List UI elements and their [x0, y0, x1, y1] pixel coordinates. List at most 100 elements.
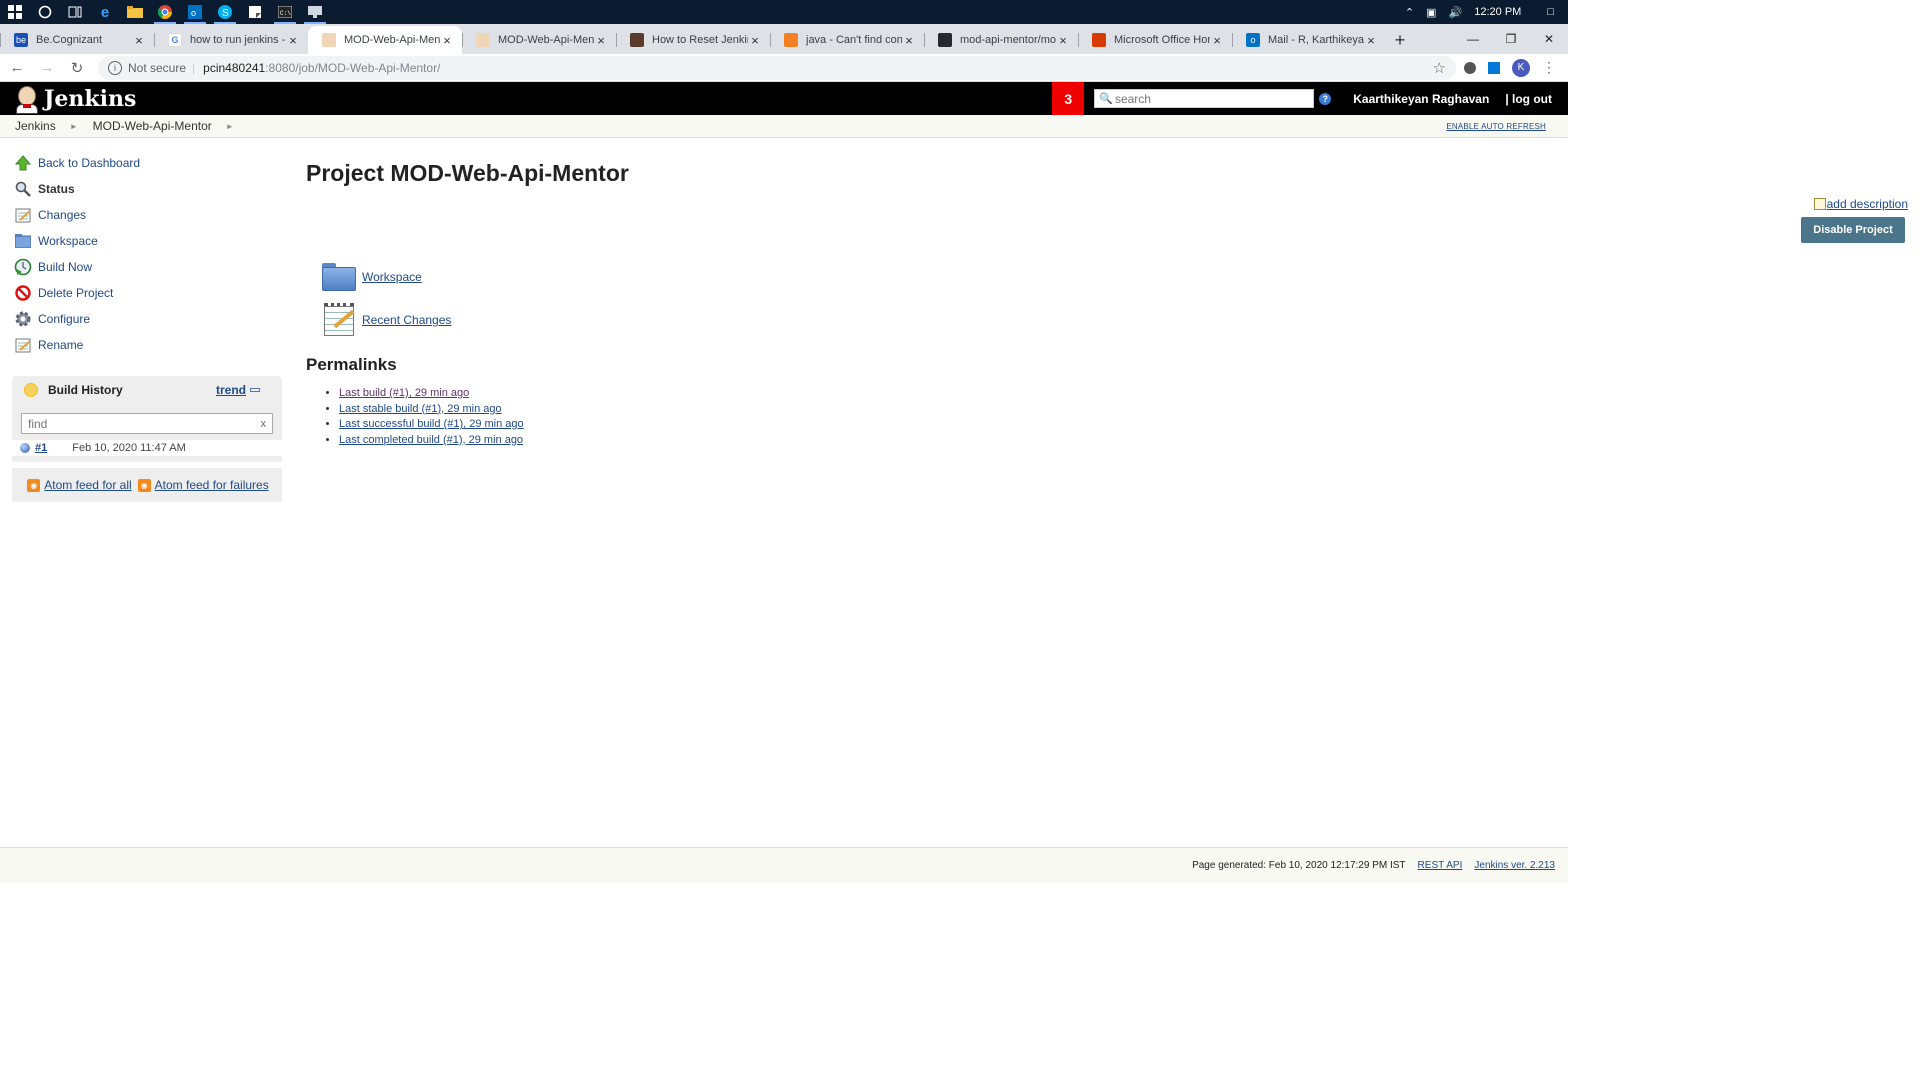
close-tab-icon[interactable]: ×	[132, 33, 146, 48]
info-icon[interactable]: i	[108, 60, 122, 75]
breadcrumb-arrow-icon[interactable]: ►	[70, 122, 78, 131]
rest-api-link[interactable]: REST API	[1418, 860, 1463, 871]
close-tab-icon[interactable]: ×	[748, 33, 762, 48]
browser-tab[interactable]: be Be.Cognizant ×	[0, 26, 154, 54]
browser-tab[interactable]: Microsoft Office Home×	[1078, 26, 1232, 54]
task-back-to-dashboard[interactable]: Back to Dashboard	[14, 150, 282, 176]
trend-link[interactable]: trend	[216, 383, 246, 397]
clear-find-icon[interactable]: x	[261, 418, 267, 430]
close-tab-icon[interactable]: ×	[902, 33, 916, 48]
remote-desktop-icon[interactable]	[300, 0, 330, 24]
skype-icon[interactable]: S	[210, 0, 240, 24]
task-label[interactable]: Workspace	[38, 234, 98, 248]
minimize-icon[interactable]: —	[1454, 24, 1492, 54]
browser-tab[interactable]: How to Reset Jenkins A×	[616, 26, 770, 54]
browser-tab[interactable]: MOD-Web-Api-Mentor×	[308, 26, 462, 54]
task-label[interactable]: Back to Dashboard	[38, 156, 140, 170]
collapse-icon[interactable]	[250, 388, 260, 392]
close-tab-icon[interactable]: ×	[594, 33, 608, 48]
task-label[interactable]: Build Now	[38, 260, 92, 274]
add-description-link[interactable]: add description	[1827, 197, 1908, 211]
task-configure[interactable]: Configure	[14, 306, 282, 332]
recent-changes-link[interactable]: Recent Changes	[362, 313, 451, 327]
task-workspace[interactable]: Workspace	[14, 228, 282, 254]
close-tab-icon[interactable]: ×	[440, 33, 454, 48]
logout-link[interactable]: | log out	[1505, 92, 1552, 106]
task-rename[interactable]: Rename	[14, 332, 282, 358]
bookmark-star-icon[interactable]: ☆	[1433, 59, 1446, 77]
task-label[interactable]: Configure	[38, 312, 90, 326]
task-label[interactable]: Rename	[38, 338, 83, 352]
reload-icon[interactable]: ↻	[64, 59, 90, 77]
jenkins-logo[interactable]: Jenkins	[14, 84, 136, 114]
workspace-link[interactable]: Workspace	[362, 270, 422, 284]
close-window-icon[interactable]: ✕	[1530, 24, 1568, 54]
browser-tab[interactable]: MOD-Web-Api-Mentor×	[462, 26, 616, 54]
build-history-header: Build History trend	[12, 376, 282, 404]
user-name-link[interactable]: Kaarthikeyan Raghavan	[1353, 92, 1489, 106]
browser-tab[interactable]: o Mail - R, Karthikeyan (×	[1232, 26, 1386, 54]
browser-tab[interactable]: mod-api-mentor/mod ×	[924, 26, 1078, 54]
build-date[interactable]: Feb 10, 2020 11:47 AM	[72, 442, 186, 454]
task-status[interactable]: Status	[14, 176, 282, 202]
breadcrumb-project[interactable]: MOD-Web-Api-Mentor	[93, 119, 212, 133]
last-completed-build-link[interactable]: Last completed build (#1), 29 min ago	[339, 434, 523, 446]
task-label[interactable]: Changes	[38, 208, 86, 222]
breadcrumb-arrow-icon[interactable]: ►	[226, 122, 234, 131]
rss-feed-icon[interactable]: ◉	[137, 478, 151, 492]
address-bar[interactable]: i Not secure | pcin480241:8080/job/MOD-W…	[98, 55, 1456, 80]
profile-avatar[interactable]: K	[1512, 58, 1530, 77]
close-tab-icon[interactable]: ×	[286, 33, 300, 48]
folder-icon[interactable]	[322, 263, 356, 291]
atom-feed-all-link[interactable]: Atom feed for all	[44, 478, 131, 492]
build-find-input[interactable]	[28, 416, 261, 431]
browser-tab[interactable]: Ghow to run jenkins - Go×	[154, 26, 308, 54]
extension-windows-icon[interactable]	[1488, 61, 1500, 74]
new-tab-button[interactable]: +	[1386, 26, 1414, 54]
permalink-item: Last build (#1), 29 min ago	[339, 387, 524, 403]
breadcrumb-jenkins[interactable]: Jenkins	[15, 119, 56, 133]
cortana-search-icon[interactable]	[30, 0, 60, 24]
back-arrow-icon[interactable]: ←	[4, 59, 30, 76]
notification-center-icon[interactable]: □	[1547, 6, 1554, 18]
kebab-menu-icon[interactable]: ⋮	[1542, 59, 1556, 76]
help-icon[interactable]: ?	[1319, 92, 1332, 105]
browser-tab[interactable]: java - Can't find config×	[770, 26, 924, 54]
chrome-icon[interactable]	[150, 0, 180, 24]
task-label[interactable]: Status	[38, 182, 75, 196]
close-tab-icon[interactable]: ×	[1056, 33, 1070, 48]
windows-start-icon[interactable]	[0, 0, 30, 24]
search-input[interactable]	[1114, 91, 1305, 106]
clock-text[interactable]: 12:20 PM	[1474, 6, 1521, 18]
last-successful-build-link[interactable]: Last successful build (#1), 29 min ago	[339, 418, 524, 430]
notepad-icon[interactable]	[322, 303, 356, 337]
close-tab-icon[interactable]: ×	[1210, 33, 1224, 48]
forward-arrow-icon[interactable]: →	[34, 59, 60, 76]
task-view-icon[interactable]	[60, 0, 90, 24]
task-delete-project[interactable]: Delete Project	[14, 280, 282, 306]
enable-auto-refresh-link[interactable]: ENABLE AUTO REFRESH	[1446, 122, 1546, 131]
extension-circle-icon[interactable]	[1464, 61, 1476, 74]
outlook-icon[interactable]: o	[180, 0, 210, 24]
edge-browser-icon[interactable]: e	[90, 0, 120, 24]
task-build-now[interactable]: Build Now	[14, 254, 282, 280]
volume-icon[interactable]: 🔊	[1449, 6, 1463, 19]
network-icon[interactable]: ▣	[1426, 6, 1436, 19]
notification-badge[interactable]: 3	[1052, 82, 1085, 115]
last-stable-build-link[interactable]: Last stable build (#1), 29 min ago	[339, 403, 502, 415]
close-tab-icon[interactable]: ×	[1364, 33, 1378, 48]
restore-icon[interactable]: ❐	[1492, 24, 1530, 54]
sticky-notes-icon[interactable]	[240, 0, 270, 24]
rss-feed-icon[interactable]: ◉	[27, 478, 41, 492]
task-label[interactable]: Delete Project	[38, 286, 113, 300]
file-explorer-icon[interactable]	[120, 0, 150, 24]
command-prompt-icon[interactable]: C:\	[270, 0, 300, 24]
jenkins-version-link[interactable]: Jenkins ver. 2.213	[1474, 860, 1555, 871]
disable-project-button[interactable]: Disable Project	[1801, 217, 1905, 243]
last-build-link[interactable]: Last build (#1), 29 min ago	[339, 387, 469, 399]
task-changes[interactable]: Changes	[14, 202, 282, 228]
build-number-link[interactable]: #1	[35, 442, 47, 454]
edit-pencil-icon[interactable]	[1813, 198, 1826, 210]
chevron-up-icon[interactable]: ⌃	[1405, 6, 1414, 19]
atom-feed-failures-link[interactable]: Atom feed for failures	[155, 478, 269, 492]
